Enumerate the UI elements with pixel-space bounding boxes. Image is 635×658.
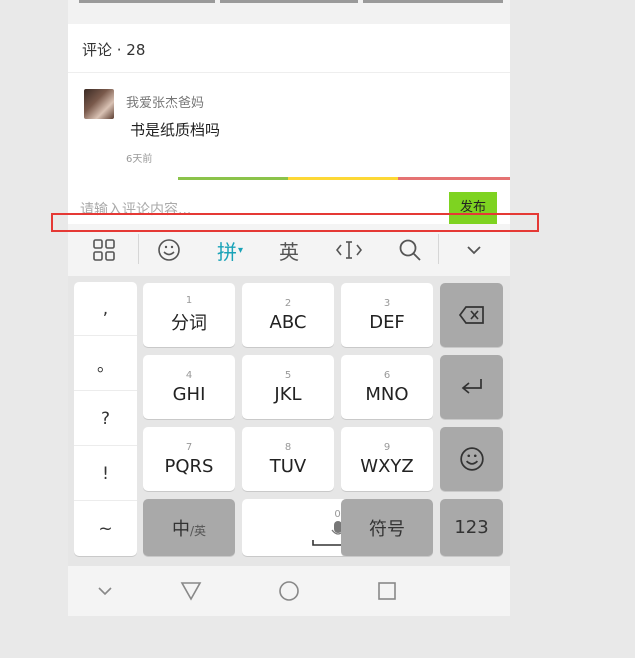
numbers-button[interactable]: 123 [440,499,503,556]
punctuation-key[interactable]: ~ [74,502,137,556]
back-icon[interactable] [176,578,206,604]
backspace-button[interactable] [440,283,503,347]
key-7[interactable]: 7 PQRS [143,427,235,491]
key-label: MNO [365,383,409,405]
english-mode-button[interactable]: 英 [267,230,311,270]
key-label: 分词 [171,313,207,334]
key-label: JKL [274,383,302,405]
system-nav-bar [68,566,510,616]
divider [138,234,139,264]
key-label: PQRS [164,455,214,477]
key-number: 1 [185,295,193,306]
phone-screen: 评论 · 28 我爱张杰爸妈 书是纸质档吗 6天前 请输入评论内容... 发布 … [68,0,510,616]
emoji-key[interactable] [440,427,503,491]
key-label: GHI [172,383,206,405]
key-number: 2 [284,297,292,309]
key-4[interactable]: 4 GHI [143,355,235,419]
punctuation-column: , 。 ? ! ~ [74,282,137,556]
comment-item[interactable]: 我爱张杰爸妈 书是纸质档吗 6天前 [68,73,510,177]
key-8[interactable]: 8 TUV [242,427,334,491]
key-number: 5 [284,369,292,381]
emoji-icon [459,447,484,471]
key-label: DEF [369,311,405,333]
key-number: 8 [284,441,292,453]
key-label: 123 [454,517,489,538]
keyboard-keys: , 。 ? ! ~ 1 分词 2 ABC 3 DEF 4 GHI 5 JKL 6… [68,276,510,566]
key-label: TUV [269,455,307,477]
key-number: 6 [383,369,391,381]
comments-header: 评论 · 28 [68,24,510,73]
grid-icon[interactable] [82,230,126,270]
key-6[interactable]: 6 MNO [341,355,433,419]
home-icon[interactable] [274,578,304,604]
punctuation-key[interactable]: 。 [74,337,137,391]
comments-count-title: 评论 · 28 [82,41,146,59]
key-number: 0 [334,508,341,520]
recents-icon[interactable] [372,578,402,604]
highlight-box [51,213,539,232]
key-number: 9 [383,441,391,453]
language-switch-button[interactable]: 中 /英 [143,499,235,556]
key-label: ABC [269,311,307,333]
key-label: 符号 [369,518,405,540]
thumbnail-image[interactable] [363,0,503,3]
comment-time: 6天前 [126,154,153,165]
image-strip [68,0,510,24]
comment-author[interactable]: 我爱张杰爸妈 [126,92,204,111]
key-number: 4 [185,369,193,381]
key-9[interactable]: 9 WXYZ [341,427,433,491]
key-number: 3 [383,297,391,309]
punctuation-key[interactable]: , [74,282,137,336]
chevron-down-icon: ▾ [237,244,244,256]
hide-keyboard-icon[interactable] [90,578,120,604]
punctuation-key[interactable]: ! [74,447,137,501]
enter-icon [461,379,482,394]
collapse-keyboard-icon[interactable] [452,230,496,270]
pinyin-mode-button[interactable]: 拼 ▾ [208,230,252,270]
divider [438,234,439,264]
emoji-icon[interactable] [147,230,191,270]
key-3[interactable]: 3 DEF [341,283,433,347]
symbols-button[interactable]: 符号 [341,499,433,556]
key-number: 7 [185,441,193,453]
key-1[interactable]: 1 分词 [143,283,235,347]
key-label: 中 [171,518,190,540]
backspace-icon [458,306,484,324]
thumbnail-image[interactable] [220,0,358,3]
comment-content: 书是纸质档吗 [130,121,221,139]
key-5[interactable]: 5 JKL [242,355,334,419]
cursor-icon[interactable] [327,230,371,270]
key-2[interactable]: 2 ABC [242,283,334,347]
avatar[interactable] [84,89,114,119]
thumbnail-image[interactable] [79,0,215,3]
key-sublabel: /英 [189,524,207,538]
pinyin-label: 拼 [216,239,237,264]
punctuation-key[interactable]: ? [74,392,137,446]
enter-button[interactable] [440,355,503,419]
search-icon[interactable] [388,230,432,270]
key-label: WXYZ [360,455,414,477]
